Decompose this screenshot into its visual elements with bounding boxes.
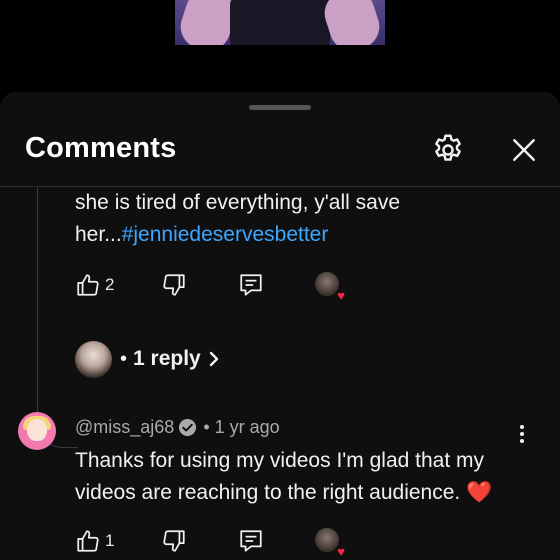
creator-avatar bbox=[315, 528, 339, 552]
reply-button[interactable] bbox=[238, 526, 264, 556]
gear-icon bbox=[435, 134, 461, 161]
settings-button[interactable] bbox=[428, 130, 468, 170]
previous-comment-actions: 2 ♥ bbox=[75, 270, 375, 302]
previous-comment-text: she is tired of everything, y'all save h… bbox=[75, 187, 515, 251]
comment-text: Thanks for using my videos I'm glad that… bbox=[75, 449, 493, 504]
close-icon bbox=[513, 139, 535, 161]
chevron-right-icon bbox=[207, 350, 221, 368]
creator-heart-icon: ♥ bbox=[337, 544, 345, 559]
creator-avatar bbox=[315, 272, 339, 296]
like-button[interactable]: 1 bbox=[75, 526, 114, 556]
more-vertical-icon bbox=[520, 425, 524, 429]
comment-actions: 1 ♥ bbox=[75, 526, 375, 558]
comment-time: 1 yr ago bbox=[214, 417, 280, 437]
more-options-button[interactable] bbox=[510, 422, 534, 446]
video-thumbnail[interactable] bbox=[175, 0, 385, 45]
commenter-avatar[interactable] bbox=[18, 412, 56, 450]
header-separator: • bbox=[203, 417, 210, 437]
replies-link[interactable]: 1 reply bbox=[133, 347, 201, 371]
creator-heart: ♥ bbox=[315, 528, 345, 558]
creator-heart: ♥ bbox=[315, 272, 345, 302]
comment-header: @miss_aj68 • 1 yr ago bbox=[75, 417, 280, 438]
drag-handle[interactable] bbox=[249, 105, 311, 110]
like-count: 2 bbox=[105, 275, 115, 294]
dislike-button[interactable] bbox=[161, 270, 187, 300]
thumbs-up-icon bbox=[77, 274, 99, 296]
reply-button[interactable] bbox=[238, 270, 264, 300]
like-count: 1 bbox=[105, 531, 115, 550]
verified-check-icon bbox=[178, 418, 197, 437]
thumbs-down-icon bbox=[163, 530, 185, 552]
thumbs-up-icon bbox=[77, 530, 99, 552]
hashtag-link[interactable]: #jenniedeservesbetter bbox=[122, 223, 329, 246]
commenter-handle[interactable]: @miss_aj68 bbox=[75, 417, 174, 438]
comments-sheet: Comments she is tired of everything, y'a… bbox=[0, 92, 560, 560]
replies-row[interactable]: • 1 reply bbox=[75, 339, 221, 379]
dislike-button[interactable] bbox=[161, 526, 187, 556]
thumbnail-shirt bbox=[230, 0, 330, 45]
reply-comment-icon bbox=[240, 530, 262, 552]
sheet-title: Comments bbox=[25, 132, 177, 164]
reply-avatar bbox=[75, 340, 112, 378]
avatar-face bbox=[27, 419, 47, 441]
replies-dot: • bbox=[120, 347, 128, 370]
reply-comment-icon bbox=[240, 274, 262, 296]
like-button[interactable]: 2 bbox=[75, 270, 114, 300]
creator-heart-icon: ♥ bbox=[337, 288, 345, 303]
thread-connector bbox=[37, 187, 78, 448]
close-button[interactable] bbox=[504, 130, 544, 170]
thumbs-down-icon bbox=[163, 274, 185, 296]
